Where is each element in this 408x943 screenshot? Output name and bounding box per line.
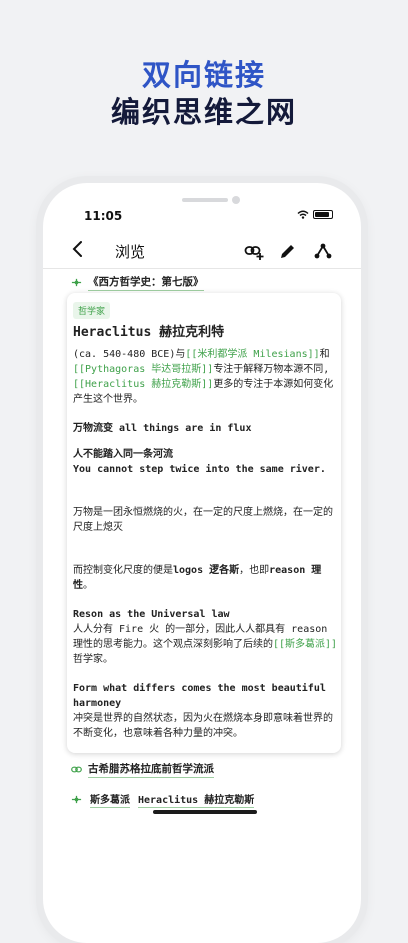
- backlink-row[interactable]: 古希腊苏格拉底前哲学流派: [71, 761, 214, 778]
- source-link-icon: [71, 278, 82, 287]
- link-icon: [71, 766, 82, 773]
- camera-dot: [232, 196, 240, 204]
- status-icons: [297, 210, 333, 219]
- source-link-label[interactable]: 《西方哲学史：第七版》: [88, 274, 204, 291]
- add-link-icon[interactable]: [244, 241, 264, 261]
- related-links-icon: [71, 795, 82, 804]
- fire-paragraph: 万物是一团永恒燃烧的火，在一定的尺度上燃烧，在一定的尺度上熄灭: [73, 507, 333, 533]
- harmony-paragraph: 冲突是世界的自然状态，因为火在燃烧本身即意味着世界的不断变化，也意味着各种力量的…: [73, 713, 333, 739]
- related-link-stoics[interactable]: 斯多葛派: [90, 791, 130, 808]
- navbar-divider: [43, 268, 361, 269]
- logos-text-a: 而控制变化尺度的便是: [73, 565, 173, 576]
- back-icon[interactable]: [71, 239, 85, 259]
- wiki-link-milesians[interactable]: [[米利都学派 Milesians]]: [185, 349, 319, 360]
- home-indicator[interactable]: [153, 810, 257, 814]
- universal-law-paragraph: 人人分有 Fire 火 的一部分，因此人人都具有 reason 理性的思考能力。…: [73, 622, 339, 667]
- note-title: Heraclitus 赫拉克利特: [73, 325, 225, 340]
- logos-text-e: 。: [83, 580, 93, 591]
- universal-law-tail: 哲学家。: [73, 654, 113, 665]
- intro-paragraph: (ca. 540-480 BCE)与[[米利都学派 Milesians]]和 [[…: [73, 347, 339, 407]
- speaker-notch: [182, 198, 228, 202]
- promo-line-2: 编织思维之网: [110, 95, 297, 129]
- source-link-row[interactable]: 《西方哲学史：第七版》: [71, 274, 204, 291]
- note-card: 哲学家 Heraclitus 赫拉克利特 (ca. 540-480 BCE)与[…: [67, 293, 341, 753]
- wiki-link-pythagoras[interactable]: [[Pythagoras 毕达哥拉斯]]: [73, 364, 213, 375]
- flux-heading: 万物流变 all things are in flux: [73, 423, 252, 434]
- related-links-row: 斯多葛派 Heraclitus 赫拉克勒斯: [71, 791, 255, 808]
- promo-line-1: 双向链接: [141, 58, 266, 92]
- related-link-heraclitus[interactable]: Heraclitus 赫拉克勒斯: [138, 791, 255, 808]
- phone-frame: 11:05 浏览 《西方哲学史：第七版》 哲学家 Heraclitus 赫拉克利…: [43, 183, 361, 943]
- logos-text-c: ，也即: [239, 565, 270, 576]
- wiki-link-heraclitus[interactable]: [[Heraclitus 赫拉克勒斯]]: [73, 379, 213, 390]
- navbar: 浏览: [43, 237, 361, 265]
- intro-text-b: 和: [319, 349, 330, 360]
- edit-icon[interactable]: [278, 241, 298, 261]
- intro-text-a: (ca. 540-480 BCE)与: [73, 349, 186, 360]
- intro-text-c: 专注于解释万物本源不同,: [213, 364, 330, 375]
- river-heading-cn: 人不能踏入同一条河流: [73, 449, 173, 460]
- river-heading-en: You cannot step twice into the same rive…: [73, 464, 326, 475]
- wiki-link-stoics[interactable]: [[斯多葛派]]: [273, 639, 337, 650]
- battery-icon: [313, 210, 333, 219]
- graph-icon[interactable]: [313, 241, 333, 261]
- logos-term: logos 逻各斯: [173, 565, 240, 576]
- category-tag[interactable]: 哲学家: [73, 302, 111, 319]
- logos-paragraph: 而控制变化尺度的便是logos 逻各斯，也即reason 理性。: [73, 563, 339, 593]
- universal-law-heading: Reson as the Universal law: [73, 609, 230, 620]
- backlink-label[interactable]: 古希腊苏格拉底前哲学流派: [88, 761, 214, 778]
- harmony-heading: Form what differs comes the most beautif…: [73, 683, 326, 709]
- page-title: 浏览: [115, 243, 146, 261]
- status-time: 11:05: [84, 209, 123, 223]
- wifi-icon: [297, 210, 309, 219]
